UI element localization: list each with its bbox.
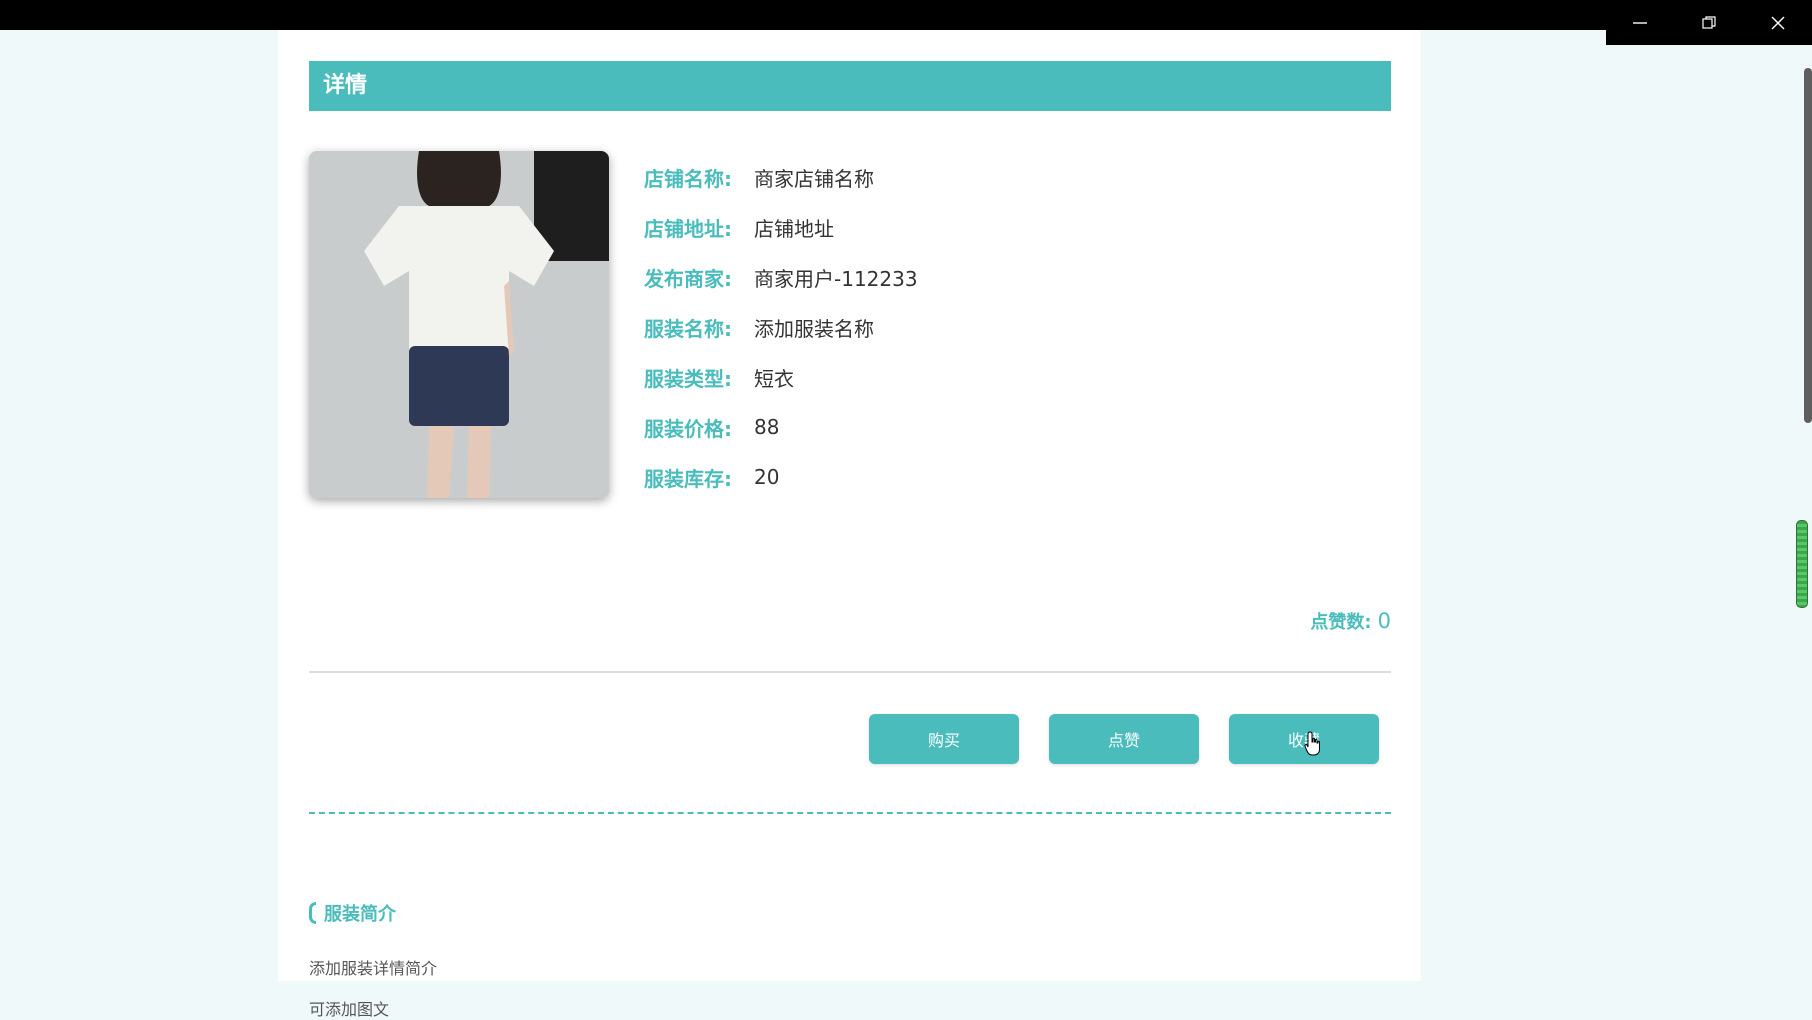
hand-cursor-icon <box>1304 731 1320 756</box>
restore-icon <box>1702 15 1716 29</box>
minimize-icon <box>1633 21 1648 24</box>
minimize-button[interactable] <box>1620 5 1660 41</box>
dashed-divider <box>309 812 1391 814</box>
info-value: 短衣 <box>754 366 794 391</box>
close-icon <box>1771 16 1785 29</box>
info-row-clothing-type: 服装类型: 短衣 <box>644 352 918 402</box>
info-row-stock: 服装库存: 20 <box>644 452 918 502</box>
info-row-merchant: 发布商家: 商家用户-112233 <box>644 252 918 302</box>
info-value: 添加服装名称 <box>754 316 874 341</box>
scrollbar[interactable] <box>1804 68 1812 423</box>
description-line: 可添加图文 <box>309 1000 390 1019</box>
info-value: 商家用户-112233 <box>754 266 918 291</box>
like-count-value: 0 <box>1377 609 1391 633</box>
info-value: 店铺地址 <box>754 216 834 241</box>
info-value: 20 <box>754 465 780 489</box>
action-buttons: 购买 点赞 收藏 <box>869 714 1379 764</box>
info-label: 服装名称: <box>644 316 732 341</box>
info-label: 服装价格: <box>644 416 732 441</box>
product-info: 店铺名称: 商家店铺名称 店铺地址: 店铺地址 发布商家: 商家用户-11223… <box>644 152 918 502</box>
section-marker-icon <box>309 902 316 924</box>
description-line: 添加服装详情简介 <box>309 959 438 978</box>
side-handle[interactable] <box>1796 520 1808 608</box>
info-label: 服装库存: <box>644 466 732 491</box>
info-label: 店铺地址: <box>644 216 732 241</box>
info-row-price: 服装价格: 88 <box>644 402 918 452</box>
product-photo <box>309 151 609 498</box>
title-bar <box>0 0 1812 30</box>
section-title: 服装简介 <box>309 900 396 926</box>
like-count: 点赞数: 0 <box>1310 608 1391 634</box>
info-value: 商家店铺名称 <box>754 166 874 191</box>
like-button[interactable]: 点赞 <box>1049 714 1199 764</box>
like-count-label: 点赞数: <box>1310 612 1372 633</box>
info-label: 服装类型: <box>644 366 732 391</box>
info-row-shop-address: 店铺地址: 店铺地址 <box>644 202 918 252</box>
page-title: 详情 <box>309 61 1391 111</box>
info-value: 88 <box>754 415 780 439</box>
info-row-clothing-name: 服装名称: 添加服装名称 <box>644 302 918 352</box>
buy-button[interactable]: 购买 <box>869 714 1019 764</box>
info-label: 店铺名称: <box>644 166 732 191</box>
product-image <box>309 151 609 498</box>
window-controls <box>1606 0 1812 45</box>
detail-panel: 详情 店铺名称: 商家店铺名称 店铺地址: 店铺地址 发布商家: 商家用户-11… <box>278 30 1421 1019</box>
close-button[interactable] <box>1758 5 1798 41</box>
divider <box>309 671 1391 673</box>
info-label: 发布商家: <box>644 266 732 291</box>
info-row-shop-name: 店铺名称: 商家店铺名称 <box>644 152 918 202</box>
section-title-text: 服装简介 <box>324 904 396 925</box>
restore-button[interactable] <box>1689 5 1729 41</box>
